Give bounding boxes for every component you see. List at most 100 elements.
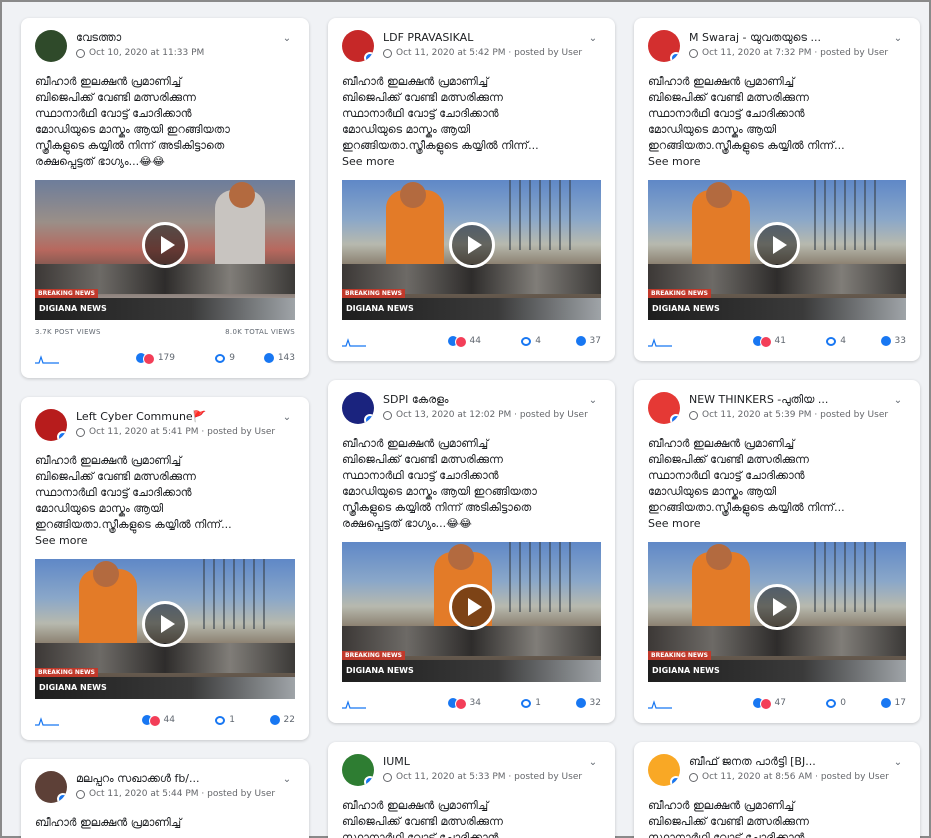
reactions-stat[interactable]: 179: [115, 353, 175, 365]
chevron-down-icon[interactable]: ⌄: [279, 412, 295, 424]
post-timestamp[interactable]: Oct 13, 2020 at 12:02 PM · posted by Use…: [396, 410, 588, 420]
post-header: മലപ്പുറം സഖാക്കൾ fb/... Oct 11, 2020 at …: [35, 771, 295, 807]
post-card[interactable]: Left Cyber Commune🚩 Oct 11, 2020 at 5:41…: [21, 397, 309, 740]
play-icon[interactable]: [142, 601, 188, 647]
video-tower: [806, 542, 876, 612]
see-more-link[interactable]: See more: [342, 155, 395, 168]
post-timestamp[interactable]: Oct 10, 2020 at 11:33 PM: [89, 48, 204, 58]
sparkline-icon: [342, 700, 366, 709]
shares-stat[interactable]: 17: [846, 698, 906, 708]
page-avatar[interactable]: [648, 392, 680, 424]
post-timestamp[interactable]: Oct 11, 2020 at 5:44 PM · posted by User: [89, 789, 275, 799]
reactions-stat[interactable]: 47: [726, 698, 786, 710]
comments-stat[interactable]: 9: [175, 353, 235, 363]
play-icon[interactable]: [448, 222, 495, 268]
page-avatar[interactable]: [35, 409, 67, 441]
post-card[interactable]: M Swaraj - യുവതയുടെ ... Oct 11, 2020 at …: [634, 18, 920, 361]
shares-stat[interactable]: 37: [541, 336, 601, 346]
comments-stat[interactable]: 1: [481, 698, 541, 708]
video-thumbnail[interactable]: BREAKING NEWS DIGIANA NEWS: [342, 180, 601, 320]
comments-stat[interactable]: 0: [786, 698, 846, 708]
post-card[interactable]: മലപ്പുറം സഖാക്കൾ fb/... Oct 11, 2020 at …: [21, 759, 309, 838]
page-name[interactable]: IUML: [383, 755, 575, 768]
reactions-stat[interactable]: 34: [421, 698, 481, 710]
post-meta: Oct 13, 2020 at 12:02 PM · posted by Use…: [383, 410, 601, 420]
post-timestamp[interactable]: Oct 11, 2020 at 5:41 PM · posted by User: [89, 427, 275, 437]
globe-icon: [689, 410, 698, 420]
page-avatar[interactable]: [342, 30, 374, 62]
post-meta: Oct 11, 2020 at 5:33 PM · posted by User: [383, 772, 601, 782]
video-thumbnail[interactable]: BREAKING NEWS DIGIANA NEWS: [342, 542, 601, 682]
post-card[interactable]: വേടത്താ Oct 10, 2020 at 11:33 PM ⌄ ബീഹാർ…: [21, 18, 309, 378]
page-avatar[interactable]: [648, 30, 680, 62]
sparkline-icon: [35, 717, 59, 726]
play-icon[interactable]: [754, 222, 800, 268]
chevron-down-icon[interactable]: ⌄: [279, 774, 295, 786]
page-name[interactable]: വേടത്താ: [76, 31, 269, 45]
page-avatar[interactable]: [35, 30, 67, 62]
post-header: Left Cyber Commune🚩 Oct 11, 2020 at 5:41…: [35, 409, 295, 445]
comments-stat[interactable]: 1: [175, 715, 235, 725]
shares-stat[interactable]: 143: [235, 353, 295, 363]
page-avatar[interactable]: [648, 754, 680, 786]
chevron-down-icon[interactable]: ⌄: [585, 757, 601, 769]
shares-count: 22: [283, 715, 295, 725]
page-avatar[interactable]: [35, 771, 67, 803]
post-timestamp[interactable]: Oct 11, 2020 at 5:39 PM · posted by User: [702, 410, 888, 420]
post-meta: Oct 11, 2020 at 5:41 PM · posted by User: [76, 427, 295, 437]
play-icon[interactable]: [448, 584, 495, 630]
comments-stat[interactable]: 4: [786, 336, 846, 346]
page-name[interactable]: ബീഫ് ജനത പാർട്ടി [BJ...: [689, 755, 880, 769]
post-meta: Oct 11, 2020 at 7:32 PM · posted by User: [689, 48, 906, 58]
page-name[interactable]: LDF PRAVASIKAL: [383, 31, 575, 44]
sparkline-icon: [35, 355, 59, 364]
share-icon: [269, 715, 280, 725]
video-tower: [806, 180, 876, 250]
page-name[interactable]: SDPI കേരളം: [383, 393, 575, 407]
post-timestamp[interactable]: Oct 11, 2020 at 5:33 PM · posted by User: [396, 772, 582, 782]
reactions-icon: [752, 336, 772, 348]
page-name[interactable]: മലപ്പുറം സഖാക്കൾ fb/...: [76, 772, 269, 786]
chevron-down-icon[interactable]: ⌄: [890, 33, 906, 45]
breaking-news-label: BREAKING NEWS: [648, 289, 711, 298]
reactions-stat[interactable]: 41: [726, 336, 786, 348]
see-more-link[interactable]: See more: [648, 155, 701, 168]
play-icon[interactable]: [142, 222, 188, 268]
see-more-link[interactable]: See more: [648, 517, 701, 530]
chevron-down-icon[interactable]: ⌄: [279, 33, 295, 45]
post-card[interactable]: IUML Oct 11, 2020 at 5:33 PM · posted by…: [328, 742, 615, 838]
post-card[interactable]: SDPI കേരളം Oct 13, 2020 at 12:02 PM · po…: [328, 380, 615, 723]
page-avatar[interactable]: [342, 754, 374, 786]
video-thumbnail[interactable]: BREAKING NEWS DIGIANA NEWS: [35, 180, 295, 320]
play-icon[interactable]: [754, 584, 800, 630]
chevron-down-icon[interactable]: ⌄: [890, 757, 906, 769]
comment-icon: [215, 353, 226, 363]
chevron-down-icon[interactable]: ⌄: [585, 395, 601, 407]
chevron-down-icon[interactable]: ⌄: [890, 395, 906, 407]
reactions-icon: [447, 698, 467, 710]
reactions-stat[interactable]: 44: [115, 715, 175, 727]
shares-stat[interactable]: 22: [235, 715, 295, 725]
page-name[interactable]: NEW THINKERS -പുതിയ ...: [689, 393, 880, 407]
shares-stat[interactable]: 32: [541, 698, 601, 708]
chevron-down-icon[interactable]: ⌄: [585, 33, 601, 45]
reactions-stat[interactable]: 44: [421, 336, 481, 348]
post-timestamp[interactable]: Oct 11, 2020 at 5:42 PM · posted by User: [396, 48, 582, 58]
video-thumbnail[interactable]: BREAKING NEWS DIGIANA NEWS: [648, 180, 906, 320]
post-meta: Oct 10, 2020 at 11:33 PM: [76, 48, 295, 58]
post-card[interactable]: LDF PRAVASIKAL Oct 11, 2020 at 5:42 PM ·…: [328, 18, 615, 361]
page-name[interactable]: M Swaraj - യുവതയുടെ ...: [689, 31, 880, 45]
video-thumbnail[interactable]: BREAKING NEWS DIGIANA NEWS: [35, 559, 295, 699]
post-timestamp[interactable]: Oct 11, 2020 at 8:56 AM · posted by User: [702, 772, 889, 782]
video-thumbnail[interactable]: BREAKING NEWS DIGIANA NEWS: [648, 542, 906, 682]
post-timestamp[interactable]: Oct 11, 2020 at 7:32 PM · posted by User: [702, 48, 888, 58]
page-avatar[interactable]: [342, 392, 374, 424]
post-card[interactable]: NEW THINKERS -പുതിയ ... Oct 11, 2020 at …: [634, 380, 920, 723]
post-text: ബീഹാർ ഇലക്ഷൻ പ്രമാണിച്ച്: [35, 816, 182, 829]
see-more-link[interactable]: See more: [35, 534, 88, 547]
comments-stat[interactable]: 4: [481, 336, 541, 346]
page-name[interactable]: Left Cyber Commune🚩: [76, 410, 269, 423]
channel-label: DIGIANA NEWS: [35, 298, 295, 320]
shares-stat[interactable]: 33: [846, 336, 906, 346]
post-card[interactable]: ബീഫ് ജനത പാർട്ടി [BJ... Oct 11, 2020 at …: [634, 742, 920, 838]
